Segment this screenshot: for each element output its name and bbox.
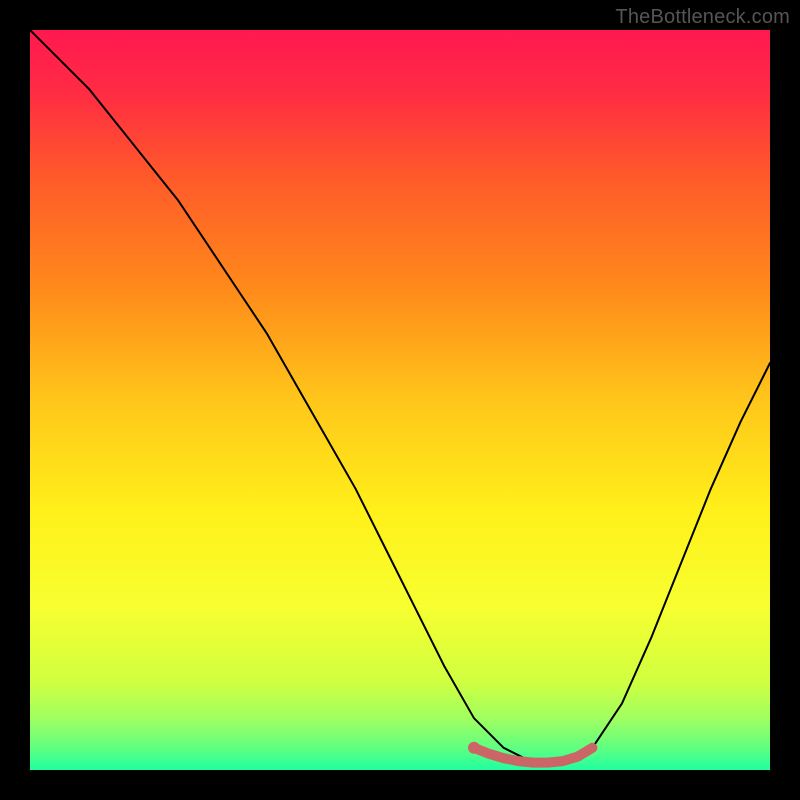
watermark-text: TheBottleneck.com — [615, 6, 790, 29]
bottleneck-chart — [0, 0, 800, 800]
chart-frame: TheBottleneck.com — [0, 0, 800, 800]
plot-background — [30, 30, 770, 770]
optimal-start-dot — [468, 742, 480, 754]
